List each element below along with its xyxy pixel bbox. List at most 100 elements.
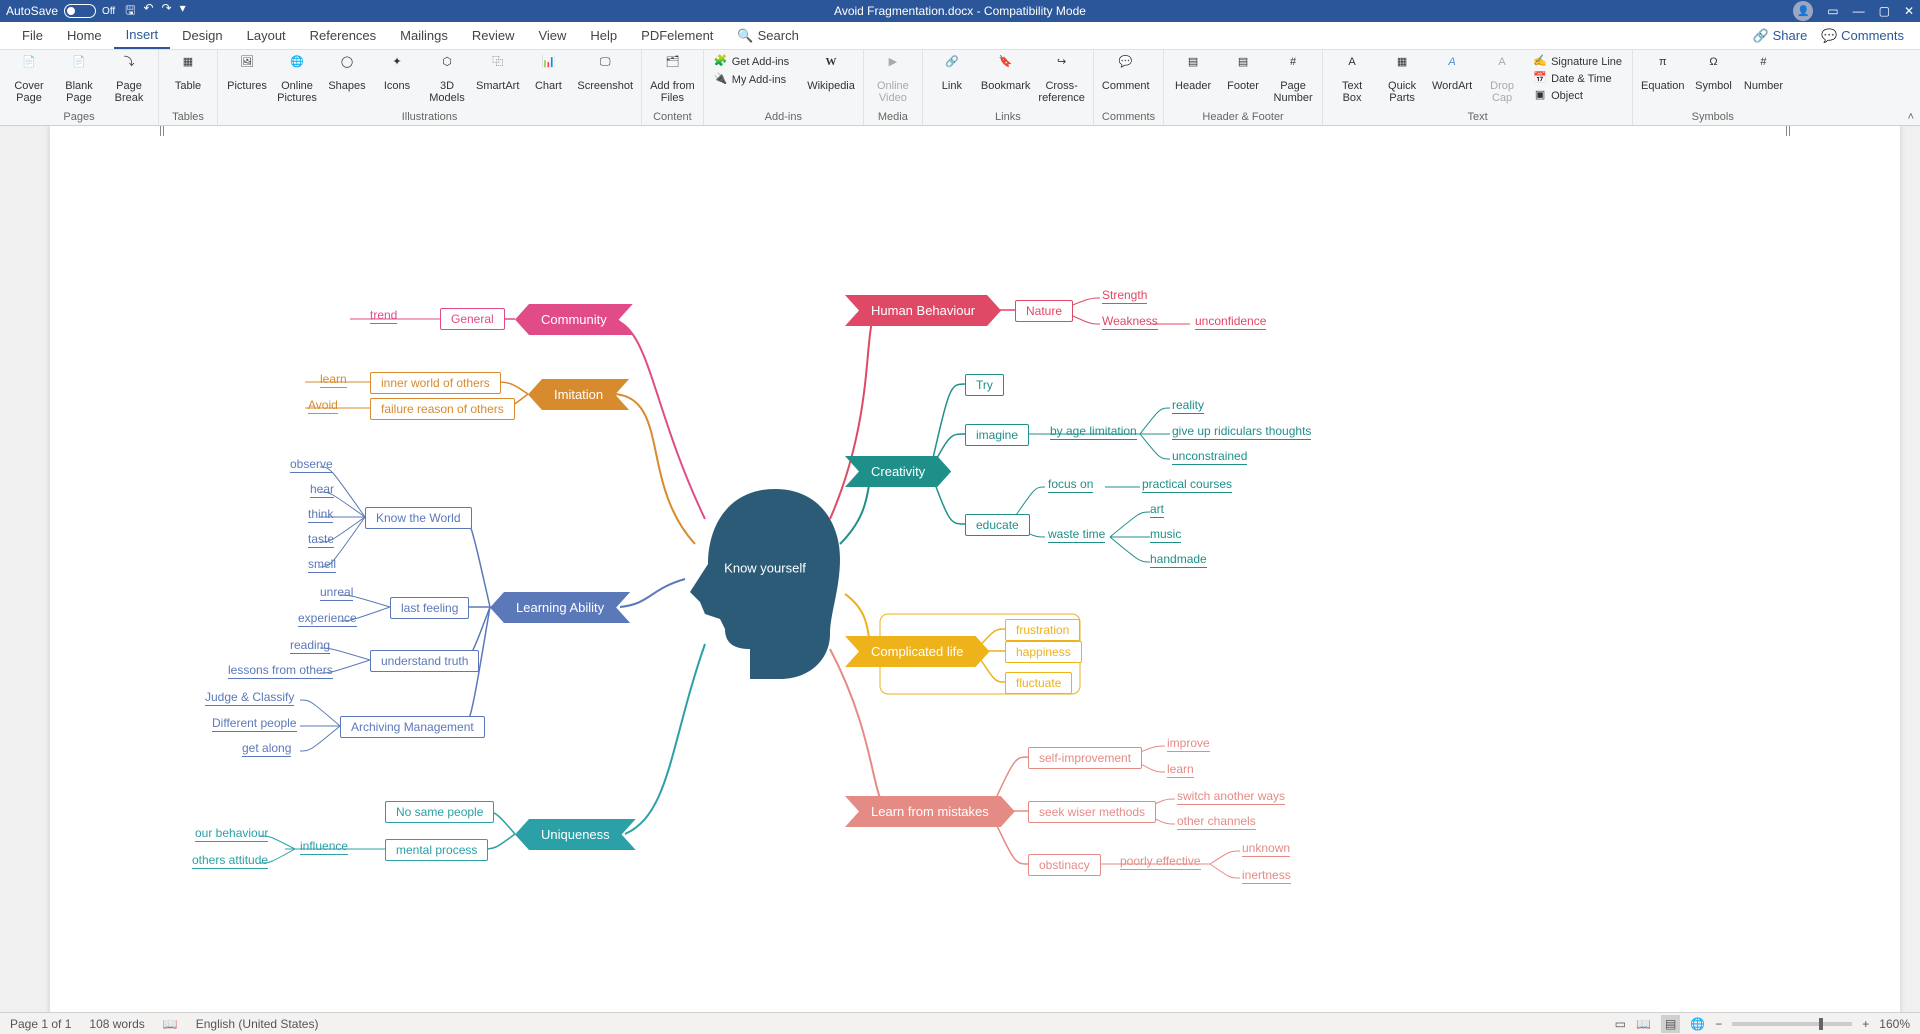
node-mental-process[interactable]: mental process — [385, 839, 488, 861]
search-box[interactable]: 🔍Search — [725, 22, 810, 49]
leaf-reality[interactable]: reality — [1172, 398, 1204, 414]
smartart-button[interactable]: ⿻SmartArt — [476, 54, 519, 94]
leaf-experience[interactable]: experience — [298, 611, 357, 627]
object-button[interactable]: ▣Object — [1531, 88, 1624, 104]
tab-review[interactable]: Review — [460, 22, 527, 49]
qat-more-icon[interactable]: ▾ — [180, 1, 186, 22]
focus-mode-icon[interactable]: ▭ — [1615, 1017, 1626, 1031]
page-number-button[interactable]: #Page Number — [1272, 54, 1314, 106]
branch-creativity[interactable]: Creativity — [845, 456, 951, 487]
leaf-unconfidence[interactable]: unconfidence — [1195, 314, 1266, 330]
leaf-wastetime[interactable]: waste time — [1048, 527, 1105, 543]
autosave-toggle[interactable]: AutoSave Off — [6, 4, 115, 18]
leaf-lessons[interactable]: lessons from others — [228, 663, 333, 679]
tab-design[interactable]: Design — [170, 22, 234, 49]
branch-learning[interactable]: Learning Ability — [490, 592, 630, 623]
tab-layout[interactable]: Layout — [235, 22, 298, 49]
leaf-switch[interactable]: switch another ways — [1177, 789, 1285, 805]
leaf-handmade[interactable]: handmade — [1150, 552, 1207, 568]
leaf-music[interactable]: music — [1150, 527, 1181, 543]
zoom-slider[interactable] — [1732, 1022, 1852, 1026]
maximize-icon[interactable]: ▢ — [1879, 4, 1890, 18]
get-addins-button[interactable]: 🧩Get Add-ins — [712, 54, 791, 70]
screenshot-button[interactable]: 🖵Screenshot — [577, 54, 633, 94]
icons-button[interactable]: ✦Icons — [376, 54, 418, 94]
node-inner-world[interactable]: inner world of others — [370, 372, 501, 394]
wordart-button[interactable]: AWordArt — [1431, 54, 1473, 94]
node-imagine[interactable]: imagine — [965, 424, 1029, 446]
tab-help[interactable]: Help — [578, 22, 629, 49]
symbol-button[interactable]: ΩSymbol — [1692, 54, 1734, 94]
leaf-reading[interactable]: reading — [290, 638, 330, 654]
node-educate[interactable]: educate — [965, 514, 1030, 536]
equation-button[interactable]: πEquation — [1641, 54, 1684, 94]
header-button[interactable]: ▤Header — [1172, 54, 1214, 94]
undo-icon[interactable]: ↶ — [143, 1, 153, 22]
node-try[interactable]: Try — [965, 374, 1004, 396]
signature-button[interactable]: ✍Signature Line — [1531, 54, 1624, 70]
leaf-smell[interactable]: smell — [308, 557, 336, 573]
number-button[interactable]: #Number — [1742, 54, 1784, 94]
node-selfimprovement[interactable]: self-improvement — [1028, 747, 1142, 769]
branch-complicated[interactable]: Complicated life — [845, 636, 990, 667]
chart-button[interactable]: 📊Chart — [527, 54, 569, 94]
zoom-in-icon[interactable]: + — [1862, 1017, 1869, 1031]
redo-icon[interactable]: ↷ — [162, 1, 172, 22]
close-icon[interactable]: ✕ — [1904, 4, 1914, 18]
read-mode-icon[interactable]: 📖 — [1636, 1017, 1651, 1031]
tab-insert[interactable]: Insert — [114, 22, 171, 49]
node-know-world[interactable]: Know the World — [365, 507, 472, 529]
center-node[interactable]: Know yourself — [680, 484, 850, 684]
table-button[interactable]: ▦Table — [167, 54, 209, 94]
share-button[interactable]: 🔗 Share — [1753, 28, 1808, 44]
wikipedia-button[interactable]: WWikipedia — [807, 54, 855, 94]
node-general[interactable]: General — [440, 308, 505, 330]
leaf-others-attitude[interactable]: others attitude — [192, 853, 268, 869]
language-indicator[interactable]: English (United States) — [196, 1017, 319, 1031]
spellcheck-icon[interactable]: 📖 — [163, 1017, 178, 1031]
pictures-button[interactable]: 🖼Pictures — [226, 54, 268, 94]
tab-home[interactable]: Home — [55, 22, 114, 49]
leaf-avoid[interactable]: Avoid — [308, 398, 338, 414]
page[interactable]: Know yourself — [50, 126, 1900, 1012]
leaf-strength[interactable]: Strength — [1102, 288, 1147, 304]
link-button[interactable]: 🔗Link — [931, 54, 973, 94]
leaf-age-limitation[interactable]: by age limitation — [1050, 424, 1137, 440]
minimize-icon[interactable]: — — [1853, 4, 1865, 18]
tab-file[interactable]: File — [10, 22, 55, 49]
web-layout-icon[interactable]: 🌐 — [1690, 1017, 1705, 1031]
zoom-level[interactable]: 160% — [1879, 1017, 1910, 1031]
leaf-improve[interactable]: improve — [1167, 736, 1210, 752]
leaf-different[interactable]: Different people — [212, 716, 297, 732]
leaf-art[interactable]: art — [1150, 502, 1164, 518]
tab-mailings[interactable]: Mailings — [388, 22, 460, 49]
textbox-button[interactable]: AText Box — [1331, 54, 1373, 106]
bookmark-button[interactable]: 🔖Bookmark — [981, 54, 1031, 94]
zoom-out-icon[interactable]: − — [1715, 1017, 1722, 1031]
leaf-weakness[interactable]: Weakness — [1102, 314, 1158, 330]
node-no-same[interactable]: No same people — [385, 801, 494, 823]
comments-button[interactable]: 💬 Comments — [1821, 28, 1904, 44]
node-obstinacy[interactable]: obstinacy — [1028, 854, 1101, 876]
cross-reference-button[interactable]: ↪Cross- reference — [1038, 54, 1084, 106]
leaf-judge[interactable]: Judge & Classify — [205, 690, 294, 706]
leaf-other-channels[interactable]: other channels — [1177, 814, 1256, 830]
tab-references[interactable]: References — [298, 22, 388, 49]
node-seek-wiser[interactable]: seek wiser methods — [1028, 801, 1156, 823]
leaf-trend[interactable]: trend — [370, 308, 397, 324]
node-failure-reason[interactable]: failure reason of others — [370, 398, 515, 420]
comment-button[interactable]: 💬Comment — [1102, 54, 1150, 94]
leaf-influence[interactable]: influence — [300, 839, 348, 855]
ribbon-options-icon[interactable]: ▭ — [1827, 4, 1838, 18]
save-icon[interactable]: 🖫 — [125, 1, 135, 22]
node-last-feeling[interactable]: last feeling — [390, 597, 469, 619]
leaf-poorly[interactable]: poorly effective — [1120, 854, 1201, 870]
leaf-focuson[interactable]: focus on — [1048, 477, 1093, 493]
leaf-practical[interactable]: practical courses — [1142, 477, 1232, 493]
page-break-button[interactable]: ⤵Page Break — [108, 54, 150, 106]
toggle-track[interactable] — [64, 4, 96, 18]
node-nature[interactable]: Nature — [1015, 300, 1073, 322]
leaf-taste[interactable]: taste — [308, 532, 334, 548]
collapse-ribbon-icon[interactable]: ˄ — [1908, 111, 1914, 123]
leaf-happiness[interactable]: happiness — [1005, 641, 1082, 663]
